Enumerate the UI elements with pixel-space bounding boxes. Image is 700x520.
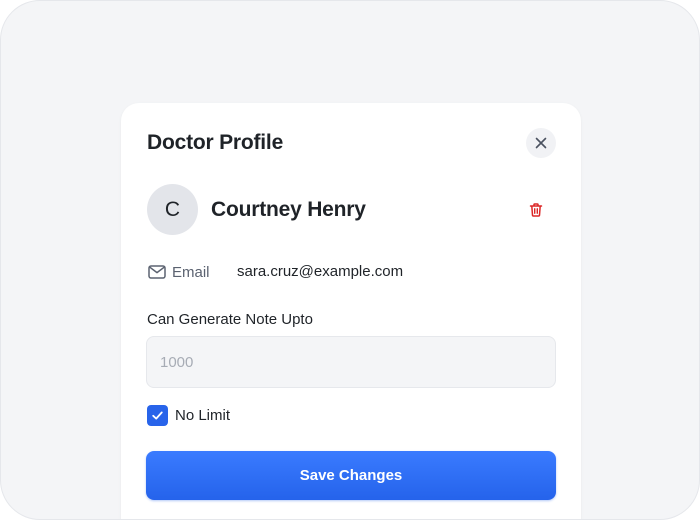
avatar: C	[147, 184, 198, 235]
no-limit-checkbox-row[interactable]: No Limit	[147, 405, 230, 426]
no-limit-checkbox[interactable]	[147, 405, 168, 426]
doctor-name: Courtney Henry	[211, 198, 366, 221]
close-icon	[535, 137, 547, 149]
no-limit-label: No Limit	[175, 407, 231, 424]
save-changes-button[interactable]: Save Changes	[146, 451, 556, 500]
email-value: sara.cruz@example.com	[237, 263, 404, 280]
doctor-profile-dialog: Doctor Profile C Courtney Henry Email sa…	[121, 103, 581, 519]
screen-frame: Doctor Profile C Courtney Henry Email sa…	[0, 0, 700, 520]
avatar-initial: C	[164, 197, 181, 221]
note-limit-input[interactable]	[146, 336, 556, 388]
delete-button[interactable]	[524, 198, 548, 222]
dialog-title: Doctor Profile	[147, 131, 284, 154]
note-limit-label: Can Generate Note Upto	[147, 311, 313, 328]
close-button[interactable]	[526, 128, 556, 158]
email-row: Email	[148, 263, 210, 281]
mail-icon	[148, 265, 166, 279]
check-icon	[152, 411, 163, 420]
trash-icon	[529, 203, 543, 217]
email-label: Email	[172, 263, 210, 281]
